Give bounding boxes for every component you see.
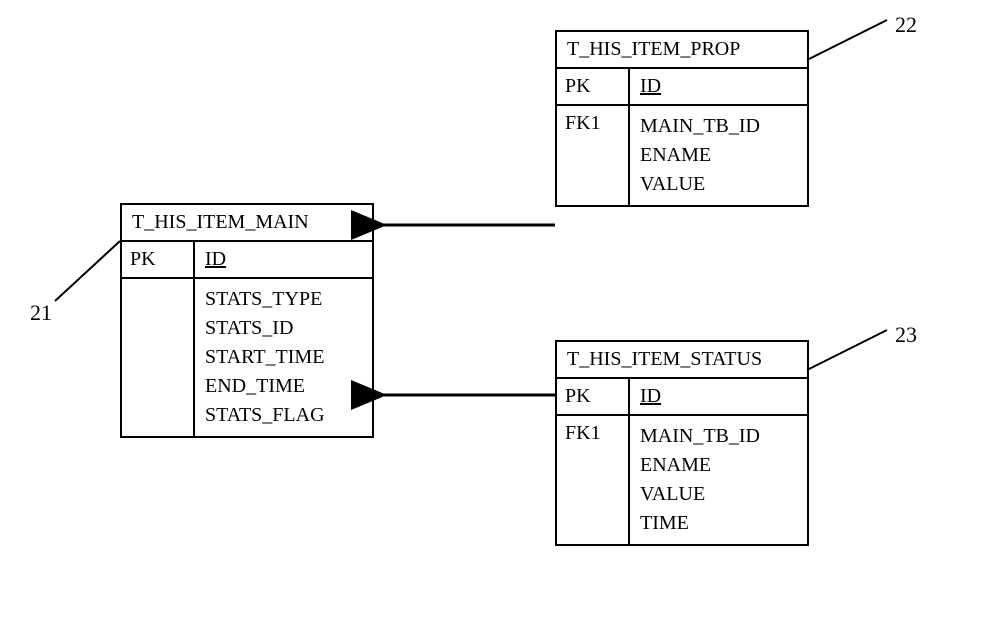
fk-label: FK1 — [557, 106, 630, 205]
pk-field: ID — [630, 379, 807, 414]
field: STATS_TYPE — [205, 285, 362, 314]
pk-label: PK — [557, 379, 630, 414]
entity-main-title: T_HIS_ITEM_MAIN — [122, 205, 372, 242]
field: MAIN_TB_ID — [640, 112, 797, 141]
callout-22: 22 — [895, 12, 917, 38]
entity-status-fields-row: FK1 MAIN_TB_ID ENAME VALUE TIME — [557, 416, 807, 544]
callout-23: 23 — [895, 322, 917, 348]
callout-line-23 — [802, 325, 892, 375]
entity-status: T_HIS_ITEM_STATUS PK ID FK1 MAIN_TB_ID E… — [555, 340, 809, 546]
field: VALUE — [640, 170, 797, 199]
entity-status-title: T_HIS_ITEM_STATUS — [557, 342, 807, 379]
field: STATS_FLAG — [205, 401, 362, 430]
entity-main-pk-row: PK ID — [122, 242, 372, 279]
entity-prop-pk-row: PK ID — [557, 69, 807, 106]
pk-label: PK — [557, 69, 630, 104]
entity-main: T_HIS_ITEM_MAIN PK ID STATS_TYPE STATS_I… — [120, 203, 374, 438]
fields-cell: STATS_TYPE STATS_ID START_TIME END_TIME … — [195, 279, 372, 436]
field: VALUE — [640, 480, 797, 509]
callout-line-21 — [50, 236, 125, 306]
field: START_TIME — [205, 343, 362, 372]
field: END_TIME — [205, 372, 362, 401]
empty-key-cell — [122, 279, 195, 436]
er-diagram-canvas: T_HIS_ITEM_MAIN PK ID STATS_TYPE STATS_I… — [0, 0, 1000, 624]
fields-cell: MAIN_TB_ID ENAME VALUE TIME — [630, 416, 807, 544]
field: TIME — [640, 509, 797, 538]
pk-field: ID — [195, 242, 372, 277]
field: STATS_ID — [205, 314, 362, 343]
callout-21: 21 — [30, 300, 52, 326]
entity-prop: T_HIS_ITEM_PROP PK ID FK1 MAIN_TB_ID ENA… — [555, 30, 809, 207]
field: MAIN_TB_ID — [640, 422, 797, 451]
fk-label: FK1 — [557, 416, 630, 544]
entity-prop-fields-row: FK1 MAIN_TB_ID ENAME VALUE — [557, 106, 807, 205]
arrow-status-to-main — [370, 380, 555, 410]
entity-status-pk-row: PK ID — [557, 379, 807, 416]
arrow-prop-to-main — [370, 210, 555, 240]
field: ENAME — [640, 141, 797, 170]
pk-field: ID — [630, 69, 807, 104]
pk-label: PK — [122, 242, 195, 277]
callout-line-22 — [802, 15, 892, 65]
fields-cell: MAIN_TB_ID ENAME VALUE — [630, 106, 807, 205]
field: ENAME — [640, 451, 797, 480]
entity-main-fields-row: STATS_TYPE STATS_ID START_TIME END_TIME … — [122, 279, 372, 436]
entity-prop-title: T_HIS_ITEM_PROP — [557, 32, 807, 69]
